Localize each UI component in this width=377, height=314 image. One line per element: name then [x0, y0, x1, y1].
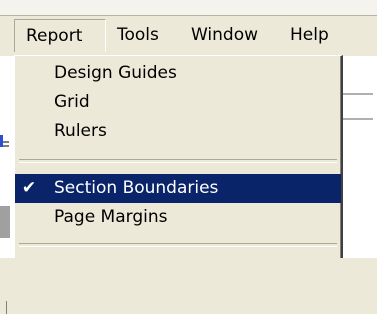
- menu-report[interactable]: Report: [14, 19, 106, 52]
- menu-item-grid[interactable]: Grid: [15, 88, 341, 117]
- menu-item-label: Page Margins: [54, 207, 168, 227]
- menu-item-label: Rulers: [54, 121, 107, 141]
- document-area-left: [0, 56, 14, 314]
- menu-item-label: Grid: [54, 92, 90, 112]
- menu-item-design-guides[interactable]: Design Guides: [15, 59, 341, 88]
- menu-item-section-boundaries[interactable]: ✔ Section Boundaries: [15, 174, 341, 203]
- menu-bar: Report Tools Window Help: [0, 16, 377, 56]
- background-fragment: [0, 206, 10, 238]
- menu-item-label: Design Guides: [54, 63, 177, 83]
- background-fragment: [343, 118, 373, 120]
- menu-window[interactable]: Window: [180, 19, 269, 52]
- menu-help[interactable]: Help: [279, 19, 340, 52]
- checkmark-icon: ✔: [21, 178, 37, 198]
- app-background-top: [0, 0, 377, 15]
- background-fragment: [0, 135, 10, 147]
- menu-item-rulers[interactable]: Rulers: [15, 117, 341, 146]
- menu-separator: [19, 159, 337, 163]
- document-area-right: [343, 56, 377, 258]
- report-menu-dropdown: Design Guides Grid Rulers ✔ Section Boun…: [14, 55, 343, 258]
- background-fragment: [343, 93, 373, 95]
- menu-item-page-margins[interactable]: Page Margins: [15, 203, 341, 232]
- background-fragment: [6, 301, 7, 314]
- menu-item-label: Section Boundaries: [54, 178, 219, 198]
- menu-tools[interactable]: Tools: [106, 19, 170, 52]
- menu-separator: [19, 243, 337, 247]
